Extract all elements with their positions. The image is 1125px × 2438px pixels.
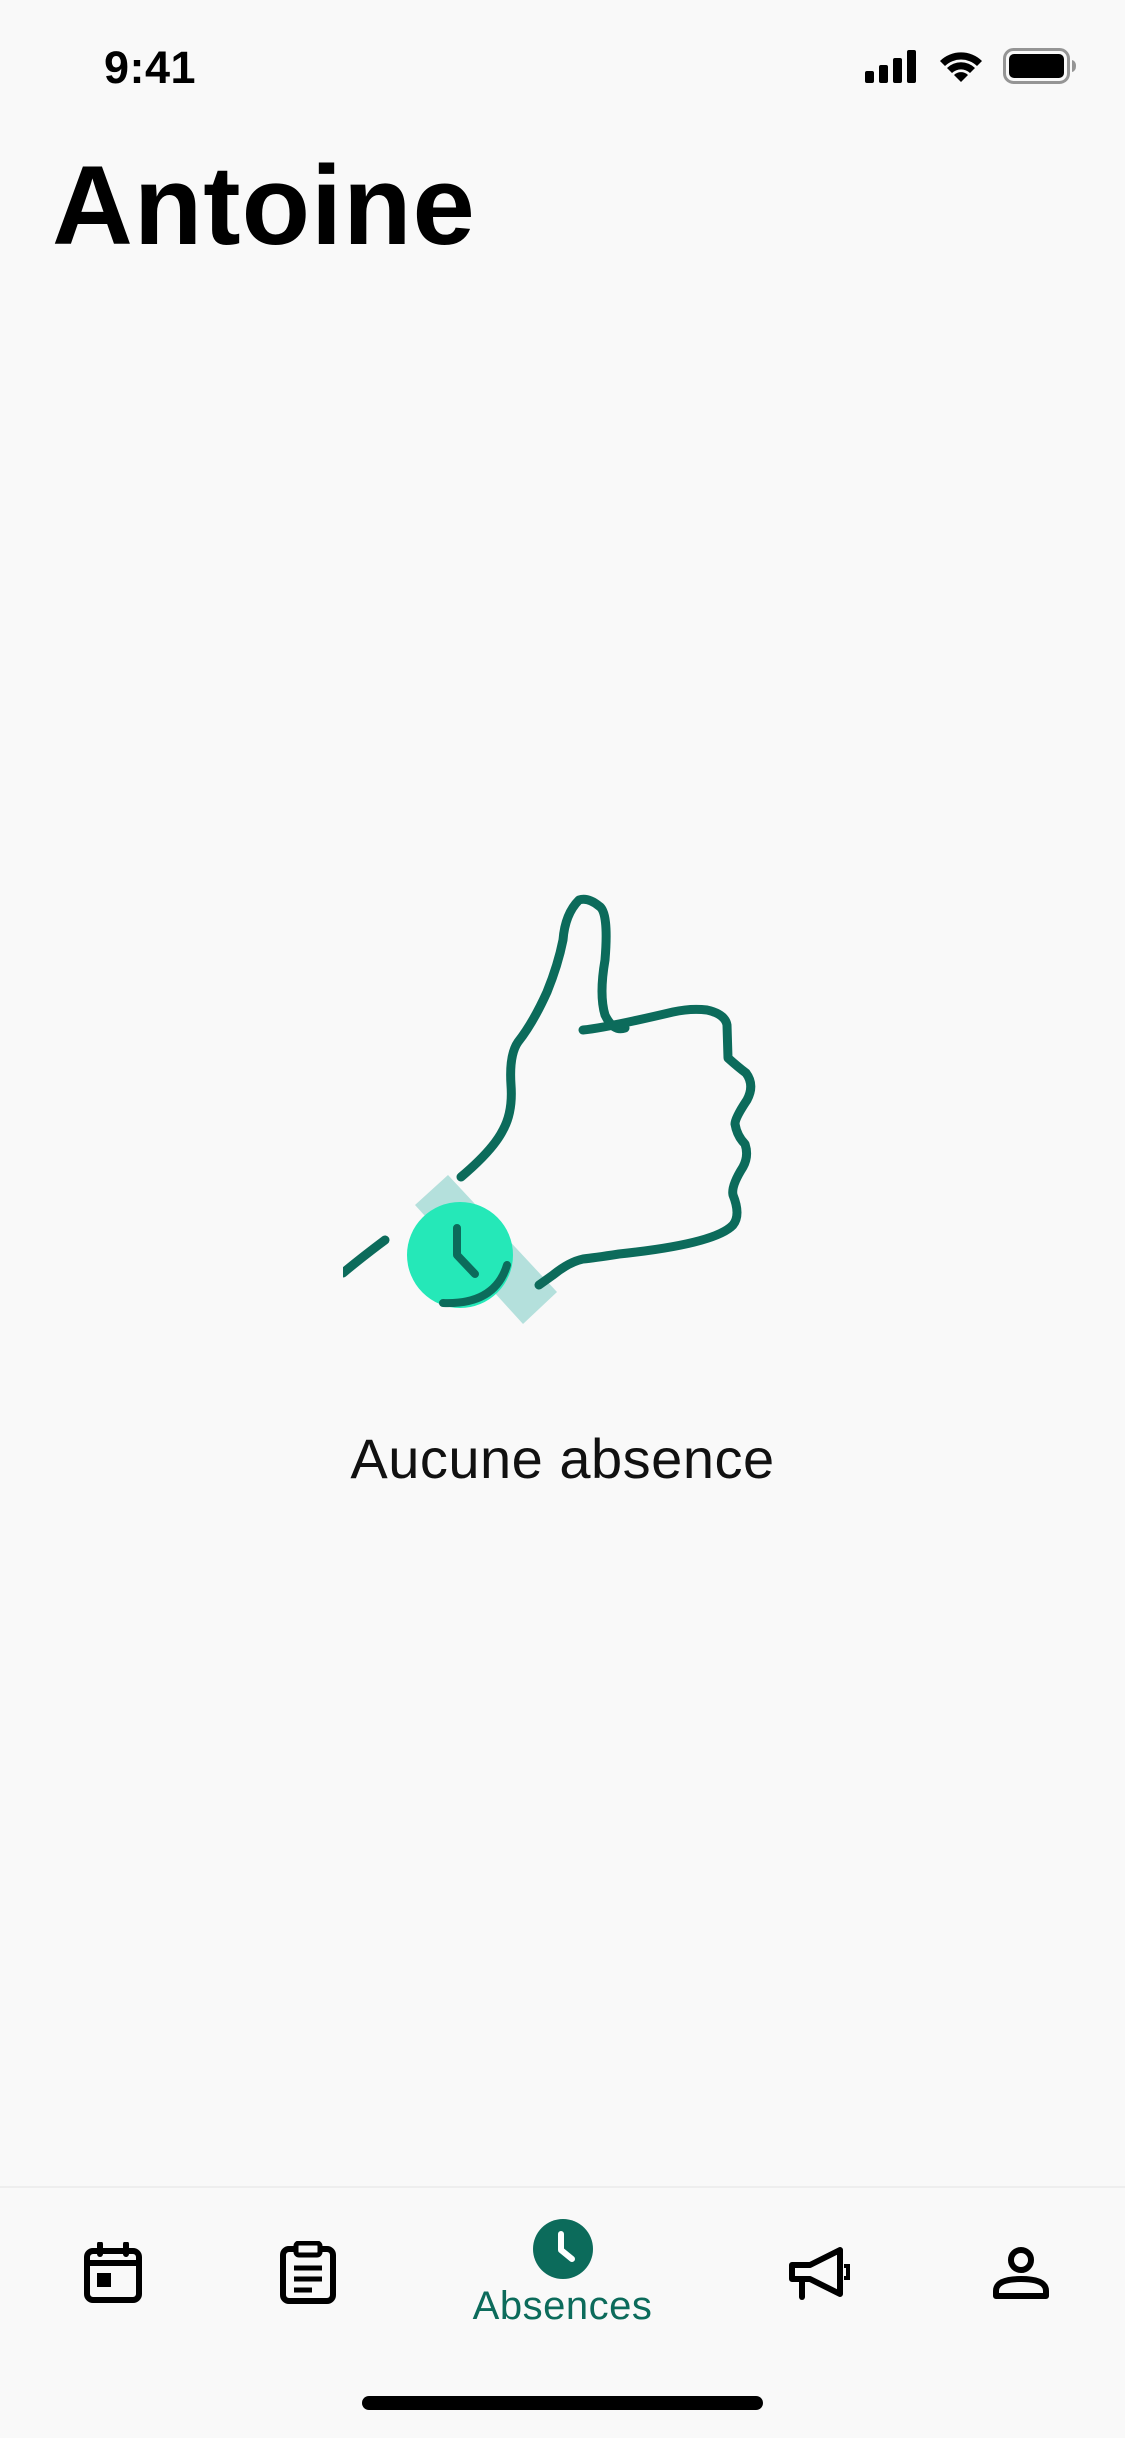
calendar-icon (83, 2242, 143, 2304)
home-indicator (362, 2396, 763, 2410)
battery-icon (1003, 48, 1077, 89)
tab-notes[interactable] (195, 2188, 420, 2358)
empty-state-label: Aucune absence (350, 1427, 775, 1490)
person-icon (992, 2247, 1049, 2299)
tab-profile[interactable] (908, 2188, 1125, 2358)
status-icons (865, 48, 1077, 89)
status-bar: 9:41 (0, 0, 1125, 132)
status-time: 9:41 (104, 42, 197, 93)
thumbs-up-watch-illustration (342, 894, 755, 1324)
empty-state: Aucune absence (0, 880, 1125, 1491)
tab-announcements[interactable] (706, 2188, 931, 2358)
tab-absences[interactable]: Absences (450, 2188, 675, 2358)
page-title: Antoine (52, 143, 476, 268)
clock-icon (532, 2218, 594, 2280)
cellular-signal-icon (865, 49, 919, 88)
clipboard-icon (279, 2241, 337, 2305)
megaphone-icon (788, 2245, 850, 2301)
tab-calendar[interactable] (0, 2188, 225, 2358)
wifi-icon (937, 48, 985, 89)
tab-absences-label: Absences (472, 2283, 653, 2328)
